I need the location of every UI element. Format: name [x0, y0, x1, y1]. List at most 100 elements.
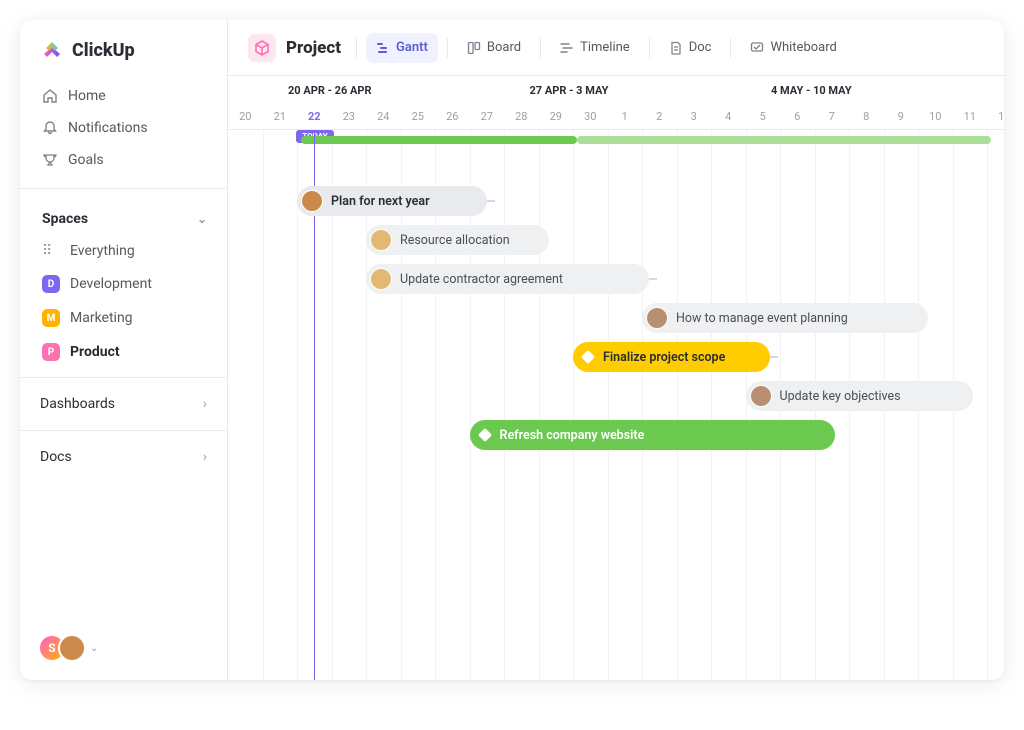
- gantt-task[interactable]: Update key objectives: [746, 381, 974, 411]
- week-label: 27 APR - 3 MAY: [530, 84, 609, 97]
- progress-bar: [301, 136, 577, 144]
- gantt-task[interactable]: Refresh company website: [470, 420, 836, 450]
- task-label: Update contractor agreement: [400, 272, 563, 287]
- task-label: Resource allocation: [400, 233, 510, 248]
- day-label: 8: [849, 110, 884, 123]
- gantt-task[interactable]: Resource allocation: [366, 225, 549, 255]
- chevron-down-icon: ⌄: [90, 643, 98, 654]
- avatar: [58, 634, 86, 662]
- project-name: Project: [286, 38, 341, 58]
- gantt-body[interactable]: TODAYPlan for next yearResource allocati…: [228, 130, 1004, 680]
- trophy-icon: [42, 152, 58, 168]
- week-label: 20 APR - 26 APR: [288, 84, 372, 97]
- view-tab-label: Timeline: [580, 40, 630, 55]
- space-badge: P: [42, 343, 60, 361]
- spaces-label: Spaces: [42, 211, 88, 227]
- board-icon: [467, 41, 481, 55]
- day-label: 7: [815, 110, 850, 123]
- progress-bar: [577, 136, 991, 144]
- gantt-header: 20 APR - 26 APR 27 APR - 3 MAY 4 MAY - 10 …: [228, 76, 1004, 130]
- day-label: 9: [884, 110, 919, 123]
- day-label: 30: [573, 110, 608, 123]
- space-badge: M: [42, 309, 60, 327]
- sidebar-dashboards-label: Dashboards: [40, 396, 115, 412]
- bell-icon: [42, 120, 58, 136]
- day-label: 10: [918, 110, 953, 123]
- clickup-logo-icon: [40, 38, 64, 62]
- cube-icon: [248, 34, 276, 62]
- nav-notifications-label: Notifications: [68, 120, 148, 136]
- day-label: 28: [504, 110, 539, 123]
- task-label: How to manage event planning: [676, 311, 848, 326]
- day-label: 24: [366, 110, 401, 123]
- task-label: Plan for next year: [331, 194, 430, 209]
- nav-goals[interactable]: Goals: [32, 144, 215, 176]
- avatar: [301, 190, 323, 212]
- day-label: 23: [332, 110, 367, 123]
- view-tab-label: Board: [487, 40, 521, 55]
- day-label: 25: [401, 110, 436, 123]
- timeline-icon: [560, 41, 574, 55]
- project-chip[interactable]: Project: [242, 30, 347, 66]
- day-label: 20: [228, 110, 263, 123]
- space-label: Marketing: [70, 310, 133, 326]
- logo[interactable]: ClickUp: [20, 38, 227, 76]
- gantt-task[interactable]: Update contractor agreement: [366, 264, 649, 294]
- gantt-task[interactable]: How to manage event planning: [642, 303, 928, 333]
- logo-text: ClickUp: [72, 40, 135, 61]
- day-label: 11: [953, 110, 988, 123]
- sidebar-space-development[interactable]: D Development: [32, 269, 215, 299]
- grid-icon: ⠿: [42, 243, 58, 259]
- task-label: Finalize project scope: [603, 350, 725, 365]
- avatar: [646, 307, 668, 329]
- gantt-task[interactable]: Finalize project scope: [573, 342, 770, 372]
- gantt-task[interactable]: Plan for next year: [297, 186, 487, 216]
- views-toolbar: Project Gantt Board Timeline Doc: [228, 20, 1004, 76]
- view-tab-label: Doc: [689, 40, 712, 55]
- diamond-icon: [477, 428, 491, 442]
- gantt-chart[interactable]: 20 APR - 26 APR 27 APR - 3 MAY 4 MAY - 10 …: [228, 76, 1004, 680]
- avatar: [750, 385, 772, 407]
- nav-home-label: Home: [68, 88, 106, 104]
- view-tab-whiteboard[interactable]: Whiteboard: [740, 33, 846, 63]
- nav-notifications[interactable]: Notifications: [32, 112, 215, 144]
- space-label: Product: [70, 344, 120, 360]
- space-label: Development: [70, 276, 152, 292]
- sidebar-docs[interactable]: Docs ›: [20, 439, 227, 475]
- view-tab-label: Gantt: [396, 40, 428, 55]
- sidebar-space-product[interactable]: P Product: [32, 337, 215, 367]
- chevron-right-icon: ›: [203, 396, 207, 412]
- day-label: 21: [263, 110, 298, 123]
- sidebar-space-marketing[interactable]: M Marketing: [32, 303, 215, 333]
- nav-home[interactable]: Home: [32, 80, 215, 112]
- day-label: 2: [642, 110, 677, 123]
- week-label: 4 MAY - 10 MAY: [771, 84, 852, 97]
- day-label: 12: [987, 110, 1004, 123]
- spaces-header[interactable]: Spaces ⌄: [20, 197, 227, 235]
- sidebar-dashboards[interactable]: Dashboards ›: [20, 386, 227, 422]
- sidebar-everything[interactable]: ⠿ Everything: [32, 237, 215, 265]
- day-label: 1: [608, 110, 643, 123]
- view-tab-doc[interactable]: Doc: [659, 33, 722, 63]
- sidebar: ClickUp Home Notifications Goals Spaces …: [20, 20, 228, 680]
- task-label: Update key objectives: [780, 389, 901, 404]
- doc-icon: [669, 41, 683, 55]
- view-tab-label: Whiteboard: [770, 40, 836, 55]
- day-label: 4: [711, 110, 746, 123]
- task-label: Refresh company website: [500, 428, 645, 443]
- workspace-avatars[interactable]: S ⌄: [20, 628, 227, 668]
- day-label: 29: [539, 110, 574, 123]
- sidebar-docs-label: Docs: [40, 449, 72, 465]
- day-label: 22: [297, 110, 332, 123]
- space-badge: D: [42, 275, 60, 293]
- view-tab-timeline[interactable]: Timeline: [550, 33, 640, 63]
- sidebar-everything-label: Everything: [70, 243, 135, 259]
- nav-goals-label: Goals: [68, 152, 104, 168]
- whiteboard-icon: [750, 41, 764, 55]
- chevron-right-icon: ›: [203, 449, 207, 465]
- avatar: [370, 268, 392, 290]
- view-tab-board[interactable]: Board: [457, 33, 531, 63]
- chevron-down-icon: ⌄: [197, 212, 207, 226]
- diamond-icon: [581, 350, 595, 364]
- view-tab-gantt[interactable]: Gantt: [366, 33, 438, 63]
